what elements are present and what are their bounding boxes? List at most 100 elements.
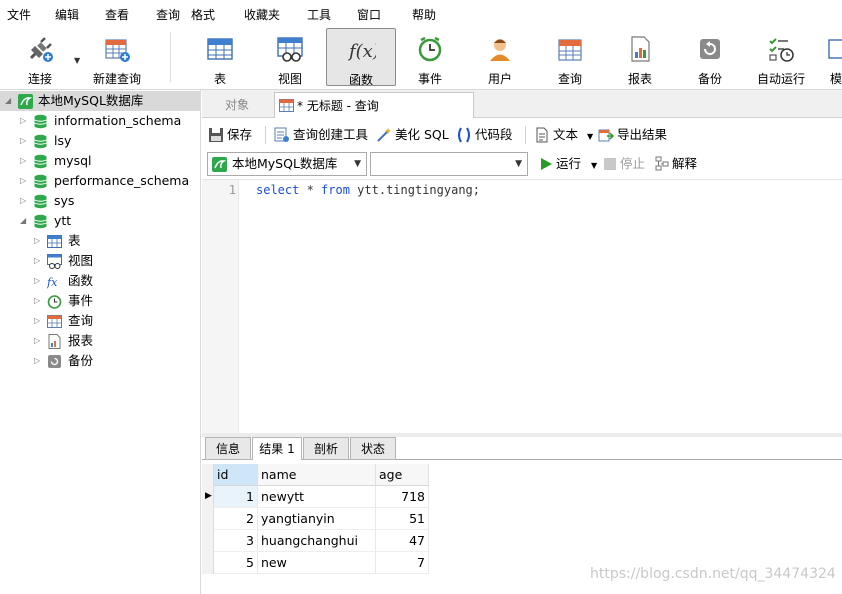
schedule-icon: [769, 38, 794, 62]
menu-tools[interactable]: 工具: [307, 6, 331, 23]
expand-icon[interactable]: ▷: [20, 151, 26, 171]
expand-icon[interactable]: ▷: [34, 351, 40, 371]
tree-connection[interactable]: ◢ 本地MySQL数据库: [0, 91, 200, 111]
table-button[interactable]: 表: [186, 28, 254, 86]
cell-age[interactable]: 51: [376, 508, 429, 530]
collapse-icon[interactable]: ◢: [5, 91, 11, 111]
tree-db-performance-schema[interactable]: ▷ performance_schema: [0, 171, 200, 191]
connection-select[interactable]: 本地MySQL数据库 ▼: [207, 152, 367, 176]
menu-view[interactable]: 查看: [105, 6, 129, 23]
query-builder-label: 查询创建工具: [293, 127, 369, 142]
expand-icon[interactable]: ▷: [34, 271, 40, 291]
tree-ytt-queries[interactable]: ▷ 查询: [0, 311, 200, 331]
expand-icon[interactable]: ▷: [34, 291, 40, 311]
expand-icon[interactable]: ▷: [20, 131, 26, 151]
toolbar-divider: [525, 126, 526, 144]
cell-id[interactable]: 1: [214, 486, 258, 508]
result-tabs: 信息 结果 1 剖析 状态: [202, 437, 842, 461]
tab-objects[interactable]: 对象: [202, 92, 272, 118]
tree-db-ytt[interactable]: ◢ ytt: [0, 211, 200, 231]
text-dropdown-icon[interactable]: ▼: [587, 132, 593, 141]
sql-code-line[interactable]: select * from ytt.tingtingyang;: [256, 183, 480, 197]
stop-button[interactable]: 停止: [602, 155, 645, 173]
row-header[interactable]: [202, 530, 214, 552]
run-dropdown-icon[interactable]: ▼: [591, 161, 597, 170]
run-label: 运行: [556, 156, 582, 171]
tab-result-1[interactable]: 结果 1: [252, 437, 302, 461]
query-button[interactable]: 查询: [536, 28, 604, 86]
code-snippet-button[interactable]: 代码段: [456, 126, 513, 144]
explain-button[interactable]: 解释: [654, 155, 697, 173]
database-select[interactable]: ▼: [370, 152, 528, 176]
collapse-icon[interactable]: ◢: [20, 211, 26, 231]
tree-ytt-tables[interactable]: ▷ 表: [0, 231, 200, 251]
new-query-button[interactable]: 新建查询: [83, 28, 151, 86]
tab-profile[interactable]: 剖析: [303, 437, 349, 460]
sql-editor[interactable]: 1 select * from ytt.tingtingyang;: [202, 179, 842, 434]
cell-age[interactable]: 718: [376, 486, 429, 508]
tree-node-label: 表: [68, 233, 81, 248]
menu-window[interactable]: 窗口: [357, 6, 381, 23]
tab-status[interactable]: 状态: [350, 437, 396, 460]
cell-id[interactable]: 5: [214, 552, 258, 574]
cell-id[interactable]: 3: [214, 530, 258, 552]
model-button[interactable]: 模: [816, 28, 842, 86]
tree-ytt-reports[interactable]: ▷ 报表: [0, 331, 200, 351]
column-header-name[interactable]: name: [258, 464, 376, 486]
column-header-age[interactable]: age: [376, 464, 429, 486]
row-header[interactable]: [202, 552, 214, 574]
tree-db-information-schema[interactable]: ▷ information_schema: [0, 111, 200, 131]
expand-icon[interactable]: ▷: [34, 251, 40, 271]
expand-icon[interactable]: ▷: [20, 171, 26, 191]
export-icon: [598, 129, 614, 142]
tree-db-mysql[interactable]: ▷ mysql: [0, 151, 200, 171]
document-icon: [536, 127, 548, 143]
cell-name[interactable]: yangtianyin: [258, 508, 376, 530]
menu-format[interactable]: 格式: [191, 6, 215, 23]
expand-icon[interactable]: ▷: [34, 331, 40, 351]
event-button[interactable]: 事件: [396, 28, 464, 86]
cell-name[interactable]: new: [258, 552, 376, 574]
function-button[interactable]: f(x) 函数: [326, 28, 396, 87]
export-result-button[interactable]: 导出结果: [598, 126, 667, 144]
column-header-id[interactable]: id: [214, 464, 258, 486]
cell-name[interactable]: newytt: [258, 486, 376, 508]
expand-icon[interactable]: ▷: [20, 111, 26, 131]
menu-query[interactable]: 查询: [156, 6, 180, 23]
backup-button[interactable]: 备份: [676, 28, 744, 86]
connect-dropdown-icon[interactable]: ▼: [74, 56, 80, 65]
tree-db-sys[interactable]: ▷ sys: [0, 191, 200, 211]
cell-age[interactable]: 7: [376, 552, 429, 574]
tab-message[interactable]: 信息: [205, 437, 251, 460]
cell-name[interactable]: huangchanghui: [258, 530, 376, 552]
view-button[interactable]: 视图: [256, 28, 324, 86]
beautify-sql-button[interactable]: 美化 SQL: [376, 126, 449, 144]
tab-query[interactable]: * 无标题 - 查询: [274, 92, 474, 118]
expand-icon[interactable]: ▷: [20, 191, 26, 211]
tree-ytt-functions[interactable]: ▷ fx 函数: [0, 271, 200, 291]
cell-age[interactable]: 47: [376, 530, 429, 552]
function-icon: fx: [47, 276, 58, 289]
text-button[interactable]: 文本 ▼: [534, 126, 593, 144]
menu-favorites[interactable]: 收藏夹: [244, 6, 280, 23]
database-icon: [34, 194, 47, 209]
expand-icon[interactable]: ▷: [34, 231, 40, 251]
tree-ytt-views[interactable]: ▷ 视图: [0, 251, 200, 271]
report-button[interactable]: 报表: [606, 28, 674, 86]
menu-help[interactable]: 帮助: [412, 6, 436, 23]
tree-ytt-events[interactable]: ▷ 事件: [0, 291, 200, 311]
user-button[interactable]: 用户: [466, 28, 534, 86]
expand-icon[interactable]: ▷: [34, 311, 40, 331]
tree-ytt-backups[interactable]: ▷ 备份: [0, 351, 200, 371]
row-header[interactable]: ▶: [202, 486, 214, 508]
query-builder-button[interactable]: 查询创建工具: [274, 126, 368, 144]
save-button[interactable]: 保存: [208, 126, 252, 144]
menu-edit[interactable]: 编辑: [55, 6, 79, 23]
tree-db-lsy[interactable]: ▷ lsy: [0, 131, 200, 151]
schedule-button[interactable]: 自动运行: [746, 28, 816, 86]
row-header[interactable]: [202, 508, 214, 530]
run-button[interactable]: 运行 ▼: [538, 155, 597, 173]
menu-file[interactable]: 文件: [7, 6, 31, 23]
cell-id[interactable]: 2: [214, 508, 258, 530]
connect-button[interactable]: 连接: [6, 28, 74, 86]
